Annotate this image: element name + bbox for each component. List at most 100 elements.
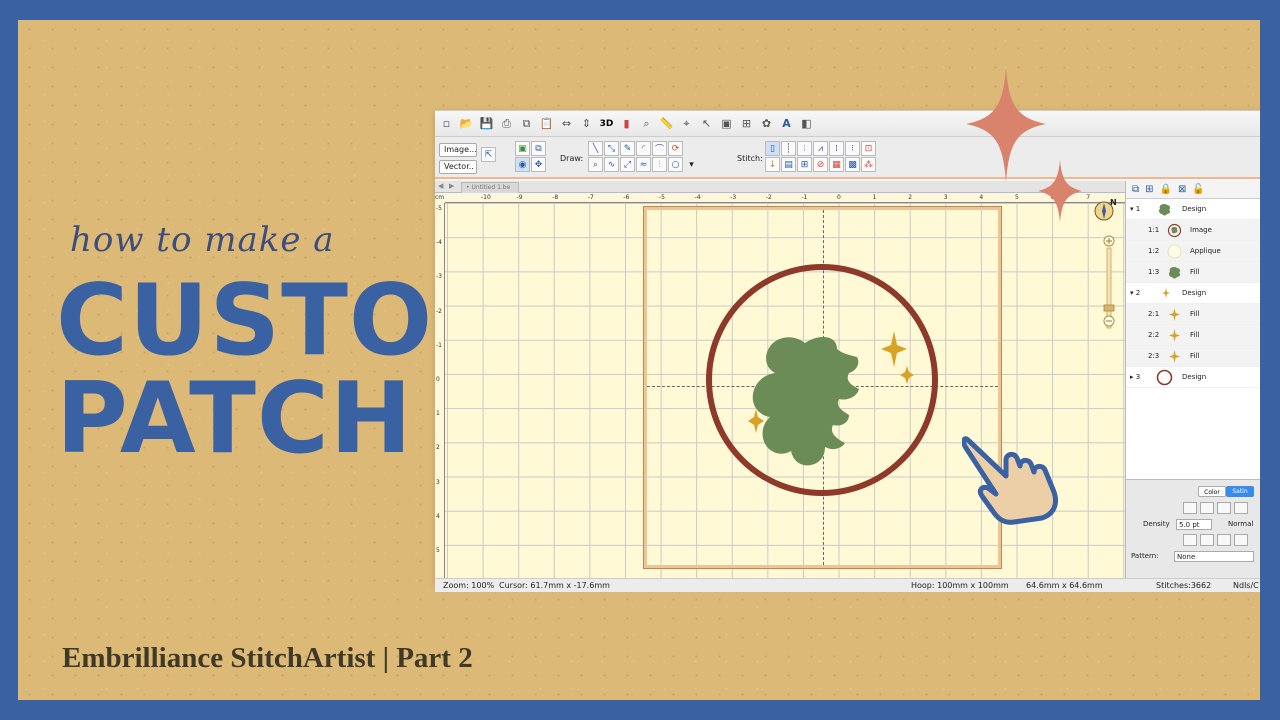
normal-label: Normal [1228, 520, 1254, 528]
fill-stitch-icon[interactable]: ▤ [781, 157, 796, 172]
satin-tool-icon[interactable]: ≈ [636, 157, 651, 172]
sparkle-small[interactable] [900, 366, 914, 384]
color-icon[interactable]: ✿ [757, 115, 776, 132]
arc-tool-icon[interactable]: ◜ [636, 141, 651, 156]
chart-icon[interactable]: ▮ [617, 115, 636, 132]
tree-row[interactable]: 2:1 Fill [1126, 304, 1260, 325]
mirror-v-icon[interactable]: ⇕ [577, 115, 596, 132]
tree-row-number: 1:1 [1148, 226, 1160, 234]
picture-icon[interactable]: ▣ [515, 141, 530, 156]
tree-row-label: Fill [1190, 331, 1200, 339]
pen-tool-icon[interactable]: ✎ [620, 141, 635, 156]
line-tool-icon[interactable]: ╲ [588, 141, 603, 156]
satin-style-2-icon[interactable] [1200, 502, 1214, 514]
ellipse-tool-icon[interactable]: ○ [668, 157, 683, 172]
satin-style-3-icon[interactable] [1217, 502, 1231, 514]
pattern-fill-icon[interactable]: ▦ [829, 157, 844, 172]
magnify-icon[interactable]: ⌕ [637, 115, 656, 132]
needle-icon[interactable]: ↓ [765, 157, 780, 172]
print-icon[interactable]: ⎙ [497, 115, 516, 132]
more-tools-icon[interactable]: ▾ [684, 157, 699, 172]
view-mode-group: ▣ ⧉ ◉ ✥ [515, 141, 546, 172]
zoom-slider[interactable] [1102, 235, 1116, 345]
wave-tool-icon[interactable]: ∿ [604, 157, 619, 172]
tree-row[interactable]: ▾ 1 Design [1126, 199, 1260, 220]
cursor-icon[interactable]: ↖ [697, 115, 716, 132]
density-field[interactable]: 5.0 pt [1176, 519, 1212, 530]
run-stitch-icon[interactable]: ▯ [765, 141, 780, 156]
angle-3-icon[interactable] [1217, 534, 1231, 546]
tab-next-icon[interactable]: ▶ [449, 182, 454, 190]
unlock-icon[interactable]: 🔓 [1192, 184, 1204, 195]
group-icon[interactable]: ⧉ [1132, 184, 1139, 195]
lock-icon[interactable]: 🔒 [1160, 184, 1172, 195]
ruler-left-tick: -1 [436, 341, 442, 349]
zoom-tool-icon[interactable]: ⌕ [588, 157, 603, 172]
mirror-h-icon[interactable]: ⇔ [557, 115, 576, 132]
image-button[interactable]: Image... [439, 143, 477, 157]
hide-icon[interactable]: ⊠ [1178, 184, 1186, 195]
motif-stitch-icon[interactable]: ⁞ [829, 141, 844, 156]
color-tab[interactable]: Color [1198, 486, 1226, 497]
ruler-top-tick: -7 [587, 194, 594, 201]
ruler-top-tick: -8 [552, 194, 559, 201]
monstera-leaf[interactable] [752, 337, 859, 466]
ruler-top-tick: 5 [1015, 194, 1019, 201]
vector-button[interactable]: Vector.. [439, 160, 477, 174]
ruler-top-tick: -10 [481, 194, 491, 201]
3d-icon[interactable]: 3D [597, 115, 616, 132]
lettering-icon[interactable]: ◧ [797, 115, 816, 132]
tab-prev-icon[interactable]: ◀ [438, 182, 443, 190]
tree-row-thumbnail-icon [1166, 222, 1183, 239]
bead-stitch-icon[interactable]: ⁝ [845, 141, 860, 156]
layers-icon[interactable]: ⧉ [531, 141, 546, 156]
ruler-icon[interactable]: 📏 [657, 115, 676, 132]
satin-stitch-icon[interactable]: ⦙ [797, 141, 812, 156]
satin-tab[interactable]: Satin [1226, 486, 1254, 497]
tree-row[interactable]: ▾ 2 Design [1126, 283, 1260, 304]
bean-stitch-icon[interactable]: ┊ [781, 141, 796, 156]
curve-tool-icon[interactable]: ⌒ [652, 141, 667, 156]
angle-2-icon[interactable] [1200, 534, 1214, 546]
ungroup-icon[interactable]: ⊞ [1145, 184, 1153, 195]
eye-icon[interactable]: ◉ [515, 157, 530, 172]
satin-style-4-icon[interactable] [1234, 502, 1248, 514]
new-icon[interactable]: ▫ [437, 115, 456, 132]
angle-4-icon[interactable] [1234, 534, 1248, 546]
tree-row[interactable]: 1:3 Fill [1126, 262, 1260, 283]
move-icon[interactable]: ✥ [531, 157, 546, 172]
compass-icon[interactable]: N [1093, 197, 1117, 223]
status-cursor: Cursor: 61.7mm x -17.6mm [499, 581, 610, 590]
red-fill-icon[interactable]: ⊘ [813, 157, 828, 172]
tree-row[interactable]: ▸ 3 Design [1126, 367, 1260, 388]
pattern-select[interactable]: None [1174, 551, 1254, 562]
hoop-icon[interactable]: ⌖ [677, 115, 696, 132]
save-icon[interactable]: 💾 [477, 115, 496, 132]
bezier-tool-icon[interactable]: ⤡ [604, 141, 619, 156]
stitch-tools: ▯ ┊ ⦙ ⩘ ⁞ ⁝ ⊡ ↓ ▤ ⊞ ⊘ ▦ ▩ ⁂ [765, 141, 876, 172]
cross-stitch-icon[interactable]: ⊞ [797, 157, 812, 172]
open-icon[interactable]: 📂 [457, 115, 476, 132]
column-tool-icon[interactable]: ⫶ [652, 157, 667, 172]
ruler-top-tick: 2 [908, 194, 913, 201]
stretch-tool-icon[interactable]: ⤢ [620, 157, 635, 172]
paste-icon[interactable]: 📋 [537, 115, 556, 132]
satin-style-1-icon[interactable] [1183, 502, 1197, 514]
tree-row[interactable]: 2:2 Fill [1126, 325, 1260, 346]
angle-1-icon[interactable] [1183, 534, 1197, 546]
zigzag-stitch-icon[interactable]: ⩘ [813, 141, 828, 156]
texture-fill-icon[interactable]: ▩ [845, 157, 860, 172]
tab-untitled[interactable]: • Untitled 1.be [461, 182, 519, 193]
tree-row[interactable]: 2:3 Fill [1126, 346, 1260, 367]
copy-icon[interactable]: ⧉ [517, 115, 536, 132]
sparkle-large[interactable] [881, 331, 907, 367]
applique-stitch-icon[interactable]: ⊡ [861, 141, 876, 156]
text-icon[interactable]: A [777, 115, 796, 132]
stipple-fill-icon[interactable]: ⁂ [861, 157, 876, 172]
tree-row[interactable]: 1:1 Image [1126, 220, 1260, 241]
trace-icon[interactable]: ⇱ [481, 147, 496, 162]
grid-icon[interactable]: ⊞ [737, 115, 756, 132]
tree-row[interactable]: 1:2 Applique [1126, 241, 1260, 262]
select-icon[interactable]: ▣ [717, 115, 736, 132]
knife-tool-icon[interactable]: ⟳ [668, 141, 683, 156]
